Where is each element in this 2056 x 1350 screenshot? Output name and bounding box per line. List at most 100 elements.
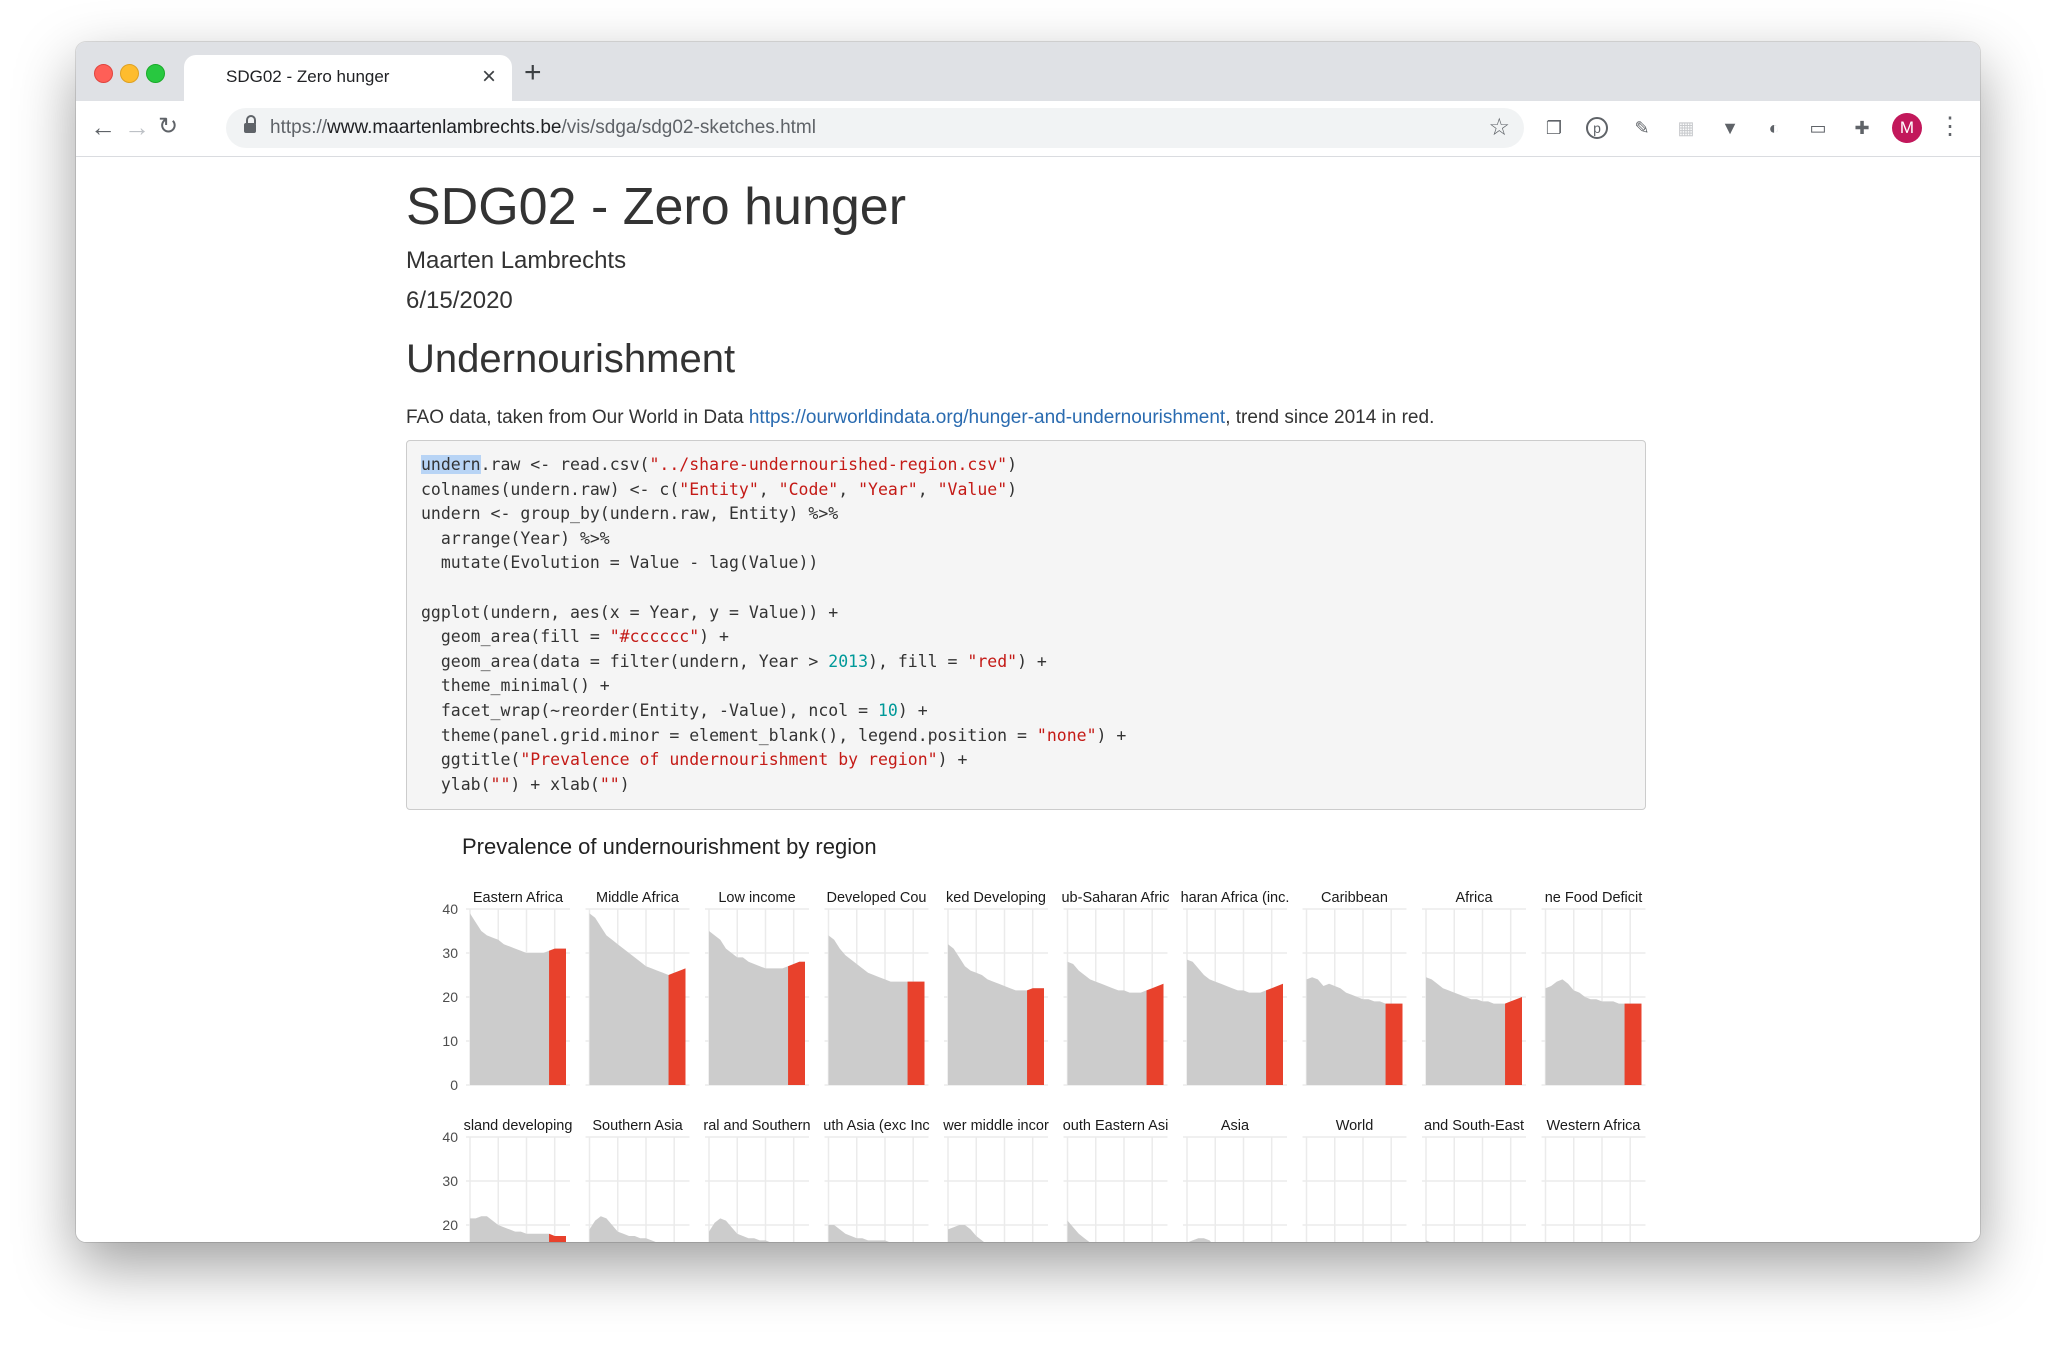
eyedropper-icon[interactable]: ✎ xyxy=(1630,116,1654,140)
reload-icon[interactable]: ↻ xyxy=(158,111,178,143)
facet-label: and South-East xyxy=(1424,1118,1524,1134)
forward-icon[interactable]: → xyxy=(124,111,150,143)
extension-grid-icon[interactable]: ▦ xyxy=(1674,116,1698,140)
facet-panel: Eastern Africa 0 10 20 30 40 xyxy=(442,890,570,1093)
facet-panel: Developed Cou xyxy=(824,890,929,1086)
code-line: theme(panel.grid.minor = element_blank()… xyxy=(421,725,1127,745)
maximize-window-button[interactable] xyxy=(146,64,165,83)
y-tick-label: 10 xyxy=(442,1033,458,1049)
facet-label: World xyxy=(1336,1118,1374,1134)
date: 6/15/2020 xyxy=(406,287,513,314)
facet-panel: Caribbean xyxy=(1302,890,1407,1086)
profile-avatar[interactable]: M xyxy=(1892,113,1922,143)
series-highlight-area xyxy=(1624,1003,1642,1085)
close-window-button[interactable] xyxy=(94,64,113,83)
facet-panel: ub-Saharan Afric xyxy=(1062,890,1170,1086)
facet-panel: ne Food Deficit xyxy=(1541,890,1646,1086)
minimize-window-button[interactable] xyxy=(120,64,139,83)
y-tick-label: 20 xyxy=(442,1217,458,1233)
facet-label: sland developing xyxy=(464,1118,573,1134)
facet-label: haran Africa (inc. xyxy=(1181,890,1290,906)
facet-label: Western Africa xyxy=(1546,1118,1641,1134)
code-line: undern.raw <- read.csv("../share-underno… xyxy=(421,455,1018,474)
facet-label: uth Asia (exc Inc xyxy=(823,1118,929,1134)
series-highlight-area xyxy=(1266,983,1283,1085)
extensions-puzzle-icon[interactable]: ✚ xyxy=(1850,116,1874,140)
code-line: ylab("") + xlab("") xyxy=(421,774,630,794)
extension-copy-icon[interactable]: ❐ xyxy=(1542,116,1566,140)
code-line: theme_minimal() + xyxy=(421,676,610,696)
facet-panel: Africa xyxy=(1422,890,1526,1086)
facet-panel: Middle Africa xyxy=(585,890,690,1086)
extension-p-icon[interactable]: p xyxy=(1586,117,1608,139)
y-tick-label: 20 xyxy=(442,989,458,1005)
code-line: mutate(Evolution = Value - lag(Value)) xyxy=(421,553,819,573)
series-area xyxy=(589,1216,656,1242)
code-text[interactable]: undern.raw <- read.csv("../share-underno… xyxy=(421,453,1631,797)
facet-panel: sland developing010203040 xyxy=(442,1118,572,1242)
browser-window: SDG02 - Zero hunger × + ← → ↻ https://ww… xyxy=(76,42,1980,1242)
bookmark-star-icon[interactable]: ☆ xyxy=(1488,113,1510,142)
y-tick-label: 30 xyxy=(442,1173,458,1189)
code-line: arrange(Year) %>% xyxy=(421,528,610,548)
code-block: undern.raw <- read.csv("../share-underno… xyxy=(406,440,1646,810)
series-area xyxy=(1426,1240,1431,1242)
facet-label: Asia xyxy=(1221,1118,1250,1134)
code-line: geom_area(fill = "#cccccc") + xyxy=(421,627,729,647)
lock-icon xyxy=(244,115,256,134)
vue-devtools-icon[interactable]: ▼ xyxy=(1718,116,1742,140)
code-line: ggtitle("Prevalence of undernourishment … xyxy=(421,750,968,770)
facet-label: Southern Asia xyxy=(592,1118,683,1134)
facet-panel: wer middle incor xyxy=(942,1118,1049,1242)
series-area xyxy=(1188,1238,1211,1242)
cast-icon[interactable]: ▭ xyxy=(1806,116,1830,140)
facet-label: wer middle incor xyxy=(942,1118,1049,1134)
tab-active[interactable]: SDG02 - Zero hunger × xyxy=(184,55,512,101)
facet-label: ne Food Deficit xyxy=(1545,890,1643,906)
facet-label: ked Developing xyxy=(946,890,1046,906)
extension-circle-icon[interactable]: ◐ xyxy=(1762,116,1786,140)
tab-title: SDG02 - Zero hunger xyxy=(226,67,390,86)
url-text[interactable]: https://www.maartenlambrechts.be/vis/sdg… xyxy=(270,117,816,139)
series-highlight-area xyxy=(788,961,805,1085)
facet-panel: uth Asia (exc Inc xyxy=(823,1118,930,1242)
facet-panel: ked Developing xyxy=(944,890,1048,1086)
series-highlight-area xyxy=(1385,1003,1403,1085)
series-area xyxy=(948,1225,984,1242)
facet-panel: ral and Southern xyxy=(703,1118,811,1242)
facet-label: Low income xyxy=(718,890,795,906)
more-menu-icon[interactable]: ⋮ xyxy=(1938,113,1962,141)
facet-label: outh Eastern Asi xyxy=(1063,1118,1169,1134)
back-icon[interactable]: ← xyxy=(90,111,116,143)
facet-panel: Low income xyxy=(705,890,809,1086)
owid-link[interactable]: https://ourworldindata.org/hunger-and-un… xyxy=(749,407,1225,428)
facet-label: Caribbean xyxy=(1321,890,1388,906)
facet-label: Africa xyxy=(1455,890,1493,906)
facet-label: Eastern Africa xyxy=(473,890,564,906)
facet-panel: outh Eastern Asi xyxy=(1063,1118,1169,1242)
chart-title: Prevalence of undernourishment by region xyxy=(462,834,877,859)
new-tab-icon[interactable]: + xyxy=(524,56,542,90)
facet-panel: Southern Asia xyxy=(585,1118,690,1242)
facet-panel: World xyxy=(1302,1118,1407,1242)
y-tick-label: 40 xyxy=(442,901,458,917)
facet-panel: Western Africa xyxy=(1541,1118,1646,1242)
code-line: facet_wrap(~reorder(Entity, -Value), nco… xyxy=(421,700,928,720)
faceted-area-chart: Prevalence of undernourishment by region… xyxy=(442,834,1646,1242)
toolbar: ← → ↻ https://www.maartenlambrechts.be/v… xyxy=(76,101,1980,157)
code-line: ggplot(undern, aes(x = Year, y = Value))… xyxy=(421,602,839,622)
series-highlight-area xyxy=(549,1233,566,1242)
facet-panel: and South-East xyxy=(1422,1118,1526,1242)
facet-panel: Asia xyxy=(1183,1118,1287,1242)
series-highlight-area xyxy=(1505,997,1522,1085)
series-highlight-area xyxy=(907,981,925,1085)
series-highlight-area xyxy=(1146,983,1164,1085)
code-line: undern <- group_by(undern.raw, Entity) %… xyxy=(421,504,839,524)
facet-panel: haran Africa (inc. xyxy=(1181,890,1290,1086)
series-highlight-area xyxy=(1027,988,1044,1085)
address-bar[interactable]: https://www.maartenlambrechts.be/vis/sdg… xyxy=(226,108,1524,148)
close-tab-icon[interactable]: × xyxy=(482,63,496,91)
series-area xyxy=(828,1225,890,1242)
facet-label: Middle Africa xyxy=(596,890,680,906)
code-line: colnames(undern.raw) <- c("Entity", "Cod… xyxy=(421,479,1018,499)
